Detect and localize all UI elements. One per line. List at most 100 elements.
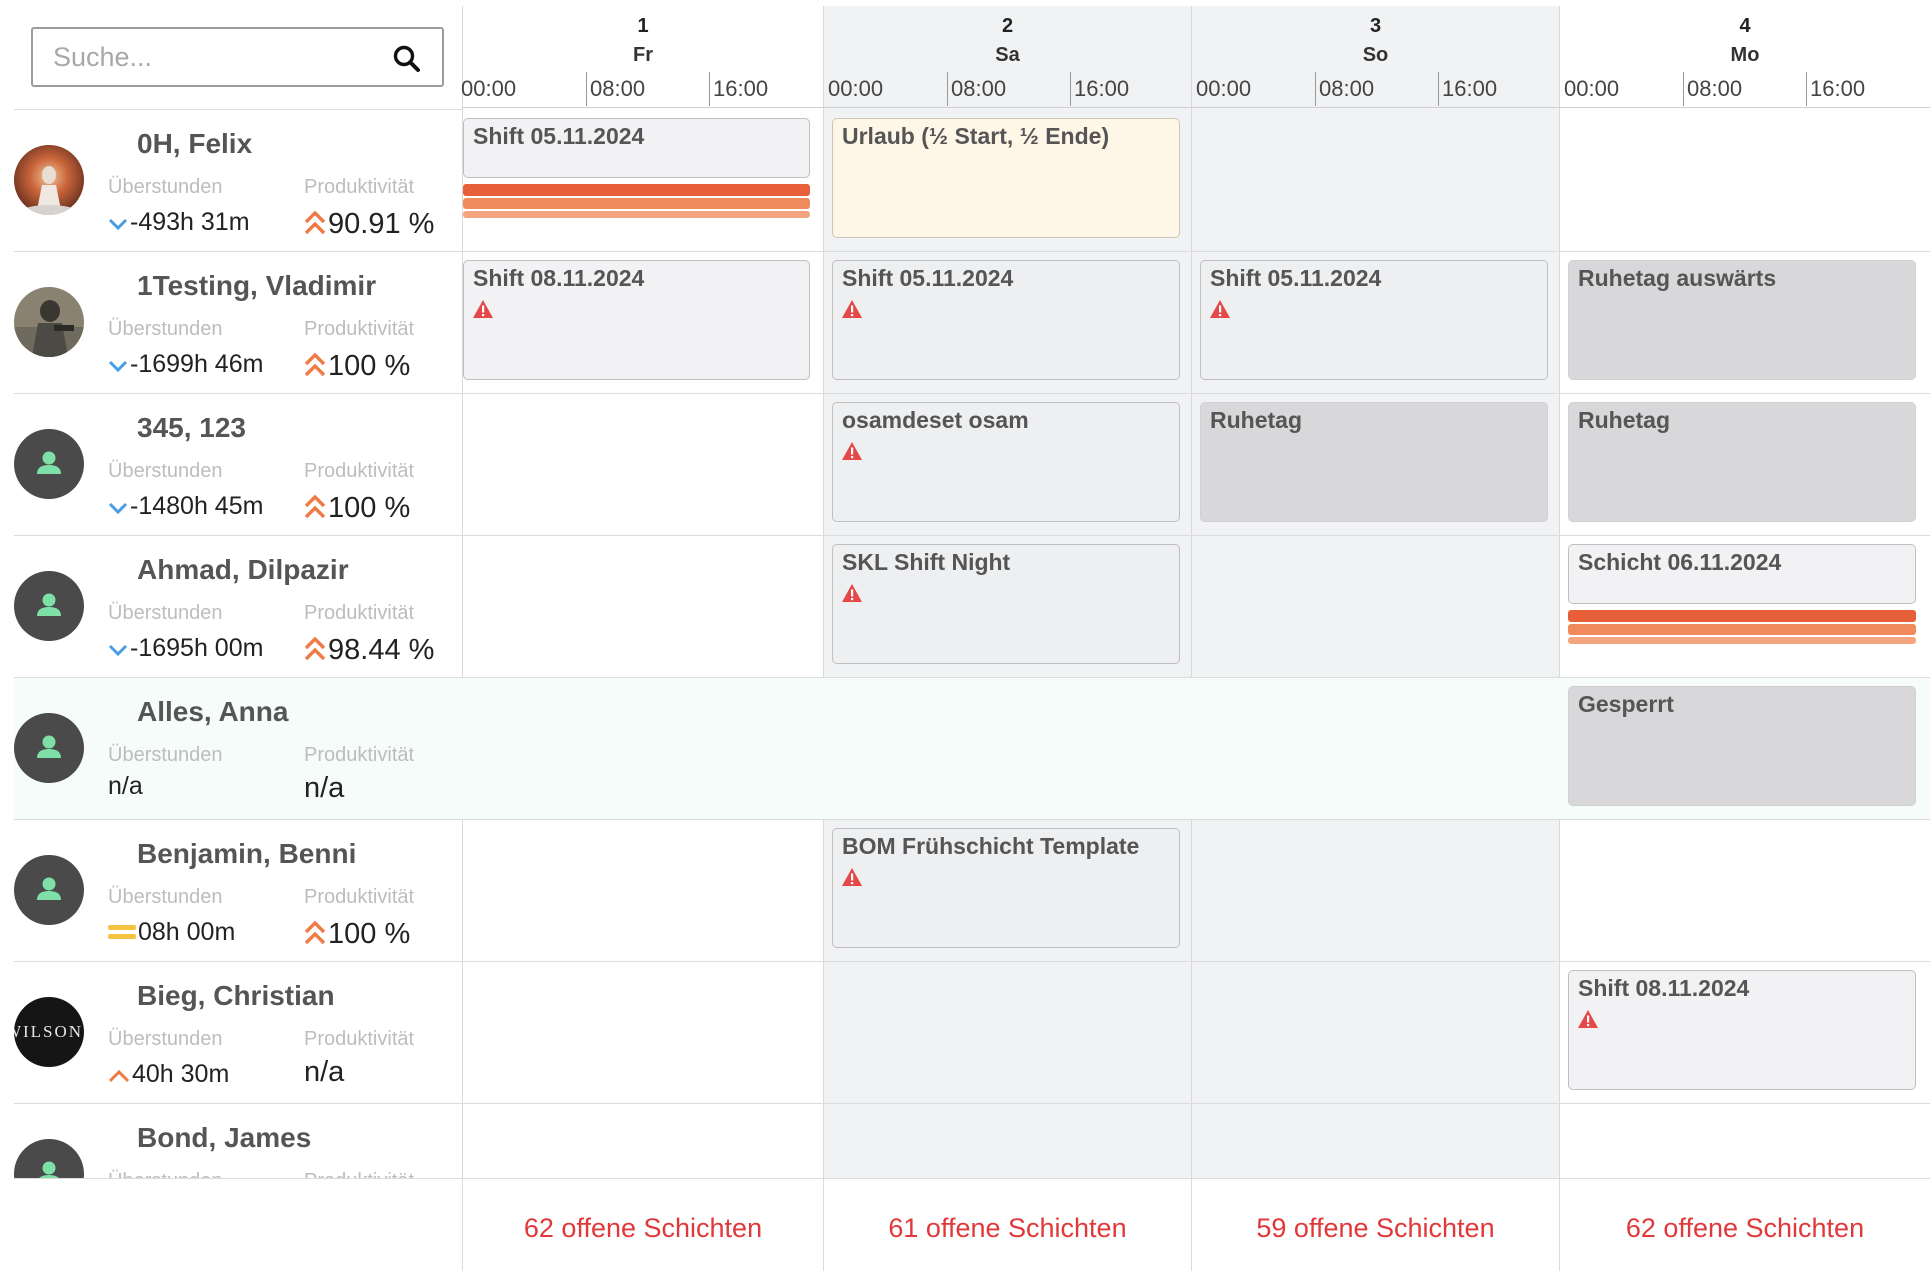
open-shifts-link[interactable]: 61 offene Schichten [824, 1213, 1191, 1244]
shift-title: Shift 05.11.2024 [473, 123, 645, 149]
open-shifts-link[interactable]: 62 offene Schichten [463, 1213, 823, 1244]
employee-row[interactable]: 0H, Felix Überstunden Produktivität -493h 3… [14, 110, 462, 252]
row-divider [462, 677, 1930, 678]
shift-card[interactable]: Ruhetag auswärts [1568, 260, 1916, 380]
avatar[interactable] [14, 855, 84, 925]
shift-card[interactable]: Urlaub (½ Start, ½ Ende) [832, 118, 1180, 238]
employee-row[interactable]: Ahmad, Dilpazir Überstunden Produktivität -… [14, 536, 462, 678]
overtime-label: Überstunden [108, 744, 223, 766]
productivity-label: Produktivität [304, 460, 415, 482]
double-chevron-up-icon [304, 209, 326, 244]
employee-name[interactable]: Bieg, Christian [137, 980, 335, 1012]
trend-up-icon [108, 1061, 130, 1090]
employee-name[interactable]: Benjamin, Benni [137, 838, 356, 870]
open-shifts-link[interactable]: 59 offene Schichten [1192, 1213, 1559, 1244]
overtime-value: 40h 30m [108, 1060, 229, 1090]
shift-card[interactable]: Gesperrt [1568, 686, 1916, 806]
shift-card[interactable]: BOM Frühschicht Template [832, 828, 1180, 948]
search-input[interactable] [53, 37, 383, 77]
avatar[interactable] [14, 571, 84, 641]
avatar[interactable] [14, 287, 84, 357]
day-number: 4 [1739, 15, 1751, 37]
overtime-value: 08h 00m [108, 918, 235, 948]
shift-card[interactable]: Shift 05.11.2024 [1200, 260, 1548, 380]
time-label: 08:00 [1319, 76, 1375, 101]
employee-row[interactable]: Bond, James Überstunden Produktivität [14, 1104, 462, 1178]
avatar[interactable] [14, 713, 84, 783]
productivity-value: n/a [304, 1056, 344, 1089]
overtime-value: -493h 31m [108, 208, 250, 238]
employee-row[interactable]: Benjamin, Benni Überstunden Produktivität 0… [14, 820, 462, 962]
day-number: 2 [1001, 15, 1014, 37]
productivity-text: 100 % [328, 918, 411, 950]
time-label: 16:00 [1074, 76, 1130, 101]
employee-name[interactable]: Ahmad, Dilpazir [137, 554, 349, 586]
avatar[interactable] [14, 145, 84, 215]
search-box[interactable] [31, 27, 444, 87]
employee-row[interactable]: 1Testing, Vladimir Überstunden Produktivit… [14, 252, 462, 394]
double-chevron-up-icon [304, 493, 326, 528]
productivity-label: Produktivität [304, 602, 415, 624]
time-tick [586, 72, 587, 106]
shift-card[interactable]: Shift 05.11.2024 [832, 260, 1180, 380]
footer-cell: 61 offene Schichten [823, 1179, 1191, 1271]
workload-bar [463, 198, 810, 209]
avatar[interactable]: WILSON [14, 997, 84, 1067]
shift-card[interactable]: Shift 08.11.2024 [463, 260, 810, 380]
overtime-text: -493h 31m [130, 208, 250, 236]
time-tick [1438, 72, 1439, 106]
employee-name[interactable]: 1Testing, Vladimir [137, 270, 376, 302]
time-label: 16:00 [1810, 76, 1866, 101]
time-label: 00:00 [828, 76, 884, 101]
overtime-label: Überstunden [108, 602, 223, 624]
trend-down-icon [108, 635, 128, 664]
overtime-label: Überstunden [108, 886, 223, 908]
avatar[interactable] [14, 1139, 84, 1178]
warning-icon [841, 867, 863, 887]
shift-card[interactable]: Schicht 06.11.2024 [1568, 544, 1916, 604]
shift-card[interactable]: Shift 08.11.2024 [1568, 970, 1916, 1090]
warning-icon [472, 299, 494, 319]
row-divider [462, 1103, 1930, 1104]
employee-row[interactable]: WILSON Bieg, Christian Überstunden Produkti… [14, 962, 462, 1104]
overtime-value: -1699h 46m [108, 350, 263, 380]
shift-title: Shift 08.11.2024 [1578, 975, 1750, 1001]
open-shifts-footer: 62 offene Schichten 61 offene Schichten 59… [14, 1178, 1930, 1271]
warning-icon [841, 583, 863, 603]
shift-card[interactable]: SKL Shift Night [832, 544, 1180, 664]
avatar[interactable] [14, 429, 84, 499]
employee-name[interactable]: Bond, James [137, 1122, 311, 1154]
workload-bar [1568, 624, 1916, 635]
overtime-text: -1480h 45m [130, 492, 264, 520]
productivity-text: 90.91 % [328, 208, 435, 240]
row-divider [462, 251, 1930, 252]
time-label: 00:00 [1564, 76, 1620, 101]
footer-cell: 62 offene Schichten [462, 1179, 823, 1271]
productivity-label: Produktivität [304, 1170, 414, 1178]
time-label: 08:00 [590, 76, 646, 101]
overtime-value: n/a [108, 772, 143, 801]
employee-name[interactable]: Alles, Anna [137, 696, 288, 728]
time-tick [1315, 72, 1316, 106]
shift-title: Schicht 06.11.2024 [1578, 549, 1782, 575]
open-shifts-link[interactable]: 62 offene Schichten [1560, 1213, 1930, 1244]
trend-down-icon [108, 209, 128, 238]
overtime-label: Überstunden [108, 176, 223, 198]
shift-title: Gesperrt [1578, 691, 1674, 717]
employee-name[interactable]: 345, 123 [137, 412, 246, 444]
shift-title: Shift 08.11.2024 [473, 265, 645, 291]
shift-title: Shift 05.11.2024 [1210, 265, 1382, 291]
employee-name[interactable]: 0H, Felix [137, 128, 252, 160]
shift-title: SKL Shift Night [842, 549, 1011, 575]
employee-row[interactable]: 345, 123 Überstunden Produktivität -1480h 4… [14, 394, 462, 536]
search-icon[interactable] [392, 44, 422, 74]
employee-row[interactable]: Alles, Anna Überstunden Produktivität n/a n/… [14, 678, 462, 820]
shift-card[interactable]: Ruhetag [1200, 402, 1548, 522]
trend-down-icon [108, 351, 128, 380]
double-chevron-up-icon [304, 351, 326, 386]
shift-card[interactable]: osamdeset osam [832, 402, 1180, 522]
shift-card[interactable]: Ruhetag [1568, 402, 1916, 522]
shift-title: osamdeset osam [842, 407, 1029, 433]
double-chevron-up-icon [304, 919, 326, 954]
shift-card[interactable]: Shift 05.11.2024 [463, 118, 810, 178]
